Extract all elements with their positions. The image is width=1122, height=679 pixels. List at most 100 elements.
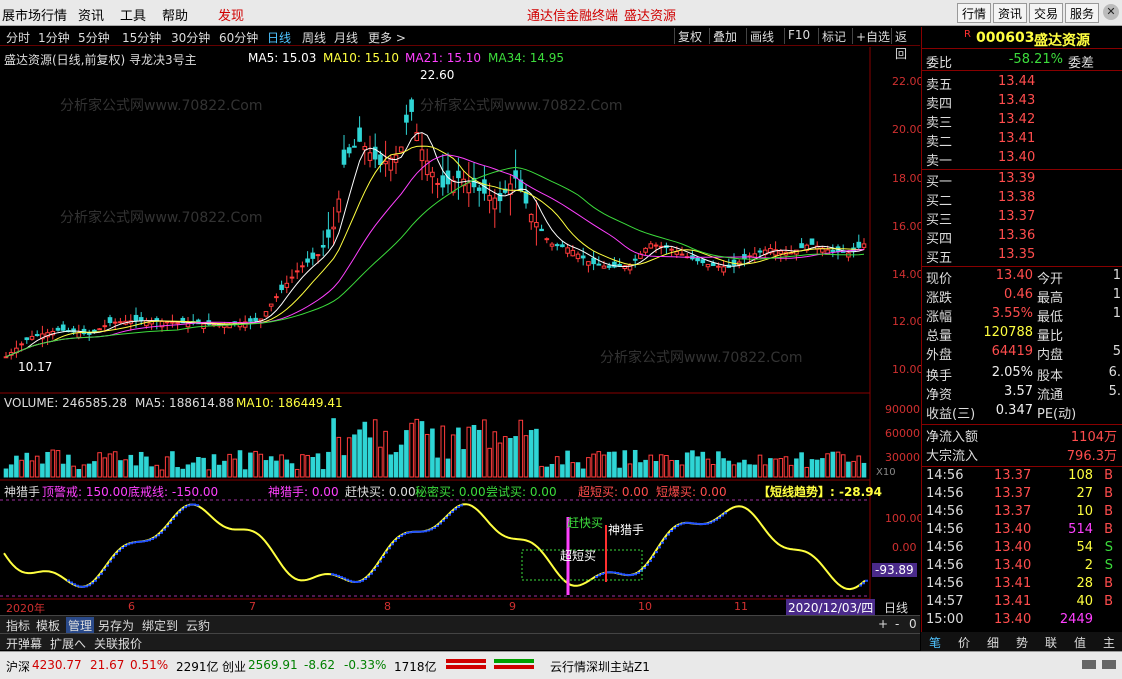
candle-body [575,253,581,260]
x-tick: 8 [384,600,391,613]
danmaku-toggle[interactable]: 开弹幕 [6,635,42,652]
indicator-name: 神猎手 [4,485,41,499]
sh-index-value[interactable]: 4230.77 [32,658,82,672]
quote-tab[interactable]: 势 [1016,634,1028,651]
tick-time: 14:56 [926,468,964,483]
quote-tab[interactable]: 笔 [929,634,941,651]
stat-value: 3.55% [991,306,1033,321]
back-button[interactable]: 返回 [891,28,920,61]
mark-button[interactable]: 标记 [818,28,849,44]
close-icon[interactable]: ✕ [1103,4,1119,20]
candle-body [253,317,258,322]
quote-tab[interactable]: 价 [958,634,970,651]
period-30min[interactable]: 30分钟 [171,29,210,46]
candle-body [487,195,492,201]
low-price-label: 10.17 [18,360,53,374]
divider [922,266,1122,267]
volume-bar [523,435,529,478]
quote-tab[interactable]: 值 [1074,634,1086,651]
candle-body [305,258,310,263]
stat-value: 120788 [983,325,1033,340]
period-monthly[interactable]: 月线 [334,29,358,46]
candle-body [648,243,654,249]
period-60min[interactable]: 60分钟 [219,29,258,46]
volume-bar [253,450,258,478]
period-indicator[interactable]: 日线 [884,599,908,616]
trade-button[interactable]: 交易 [1029,3,1064,23]
quote-tab[interactable]: 主 [1103,634,1115,651]
period-daily[interactable]: 日线 [267,29,291,46]
volume-bar [19,459,24,478]
candle-body [320,245,326,248]
period-1min[interactable]: 1分钟 [38,29,70,46]
volume-bar [794,458,799,478]
volume-bar [118,460,123,478]
watermark: 分析家公式网www.70822.Com [60,98,263,114]
reset-zoom-button[interactable]: 0 [909,617,917,631]
stock-title-link[interactable]: 盛达资源 [624,5,676,24]
save-as-tab[interactable]: 另存为 [98,617,134,634]
menu-market[interactable]: 展市场行情 [2,5,67,24]
volume-bar [398,444,404,478]
ask-price: 13.40 [998,150,1036,165]
tick-volume: 10 [1076,504,1093,519]
volume-bar [783,456,789,478]
related-quotes-button[interactable]: 关联报价 [94,635,142,652]
quote-tab[interactable]: 细 [987,634,999,651]
watermark: 分析家公式网www.70822.Com [420,98,623,114]
add-favorite-button[interactable]: +自选 [852,28,893,44]
volume-bar [268,456,274,478]
indicator-tab[interactable]: 指标 [6,617,30,634]
candle-body [700,259,706,264]
kline-canvas[interactable] [0,47,920,615]
news-button[interactable]: 资讯 [993,3,1028,23]
period-timeshare[interactable]: 分时 [6,29,30,46]
menu-help[interactable]: 帮助 [162,5,188,24]
overlay-button[interactable]: 叠加 [709,28,740,44]
server-label[interactable]: 云行情深圳主站Z1 [550,658,650,675]
volume-bar [430,428,435,478]
bind-to-tab[interactable]: 绑定到 [142,617,178,634]
volume-bar [835,451,841,478]
service-button[interactable]: 服务 [1065,3,1100,23]
volume-bar [424,433,430,478]
f10-button[interactable]: F10 [784,28,813,44]
tick-time: 14:57 [926,594,964,609]
candle-body [440,175,446,188]
cloud-tab[interactable]: 云豹 [186,617,210,634]
sh-index-pct: 0.51% [130,658,169,672]
candle-body [118,321,123,324]
period-15min[interactable]: 15分钟 [122,29,161,46]
signal-label: 超短买 [560,549,597,563]
candle-body [757,250,763,253]
candle-body [565,247,570,254]
quote-tab[interactable]: 联 [1045,634,1057,651]
period-more[interactable]: 更多 > [368,29,406,46]
menu-discover[interactable]: 发现 [218,5,244,24]
indicator-field: 超短买: 0.00 [578,485,649,499]
menu-news[interactable]: 资讯 [78,5,104,24]
menu-tools[interactable]: 工具 [120,5,146,24]
zoom-out-button[interactable]: - [895,617,899,631]
period-weekly[interactable]: 周线 [302,29,326,46]
restore-rights-button[interactable]: 复权 [674,28,705,44]
manage-tab[interactable]: 管理 [66,617,95,634]
expand-button[interactable]: 扩展へ [50,635,86,652]
y-tick: 16.00 [892,220,924,233]
ma-line [5,145,864,358]
tick-row: 14:56 13.41 28 B [922,576,1122,595]
chart-area[interactable]: 盛达资源(日线,前复权) 寻龙决3号主 MA5: 15.03 MA10: 15.… [0,47,924,616]
zoom-in-button[interactable]: + [878,617,888,631]
candle-body [596,263,602,266]
cy-index-value[interactable]: 2569.91 [248,658,298,672]
candle-body [861,243,867,248]
volume-bar [445,458,451,478]
candle-body [107,317,113,324]
period-5min[interactable]: 5分钟 [78,29,110,46]
draw-line-button[interactable]: 画线 [746,28,777,44]
template-tab[interactable]: 模板 [36,617,60,634]
ind-y-tick: 0.00 [892,541,917,554]
volume-bar [164,456,170,478]
terminal-title-link[interactable]: 通达信金融终端 [527,5,618,24]
quote-button[interactable]: 行情 [957,3,992,23]
